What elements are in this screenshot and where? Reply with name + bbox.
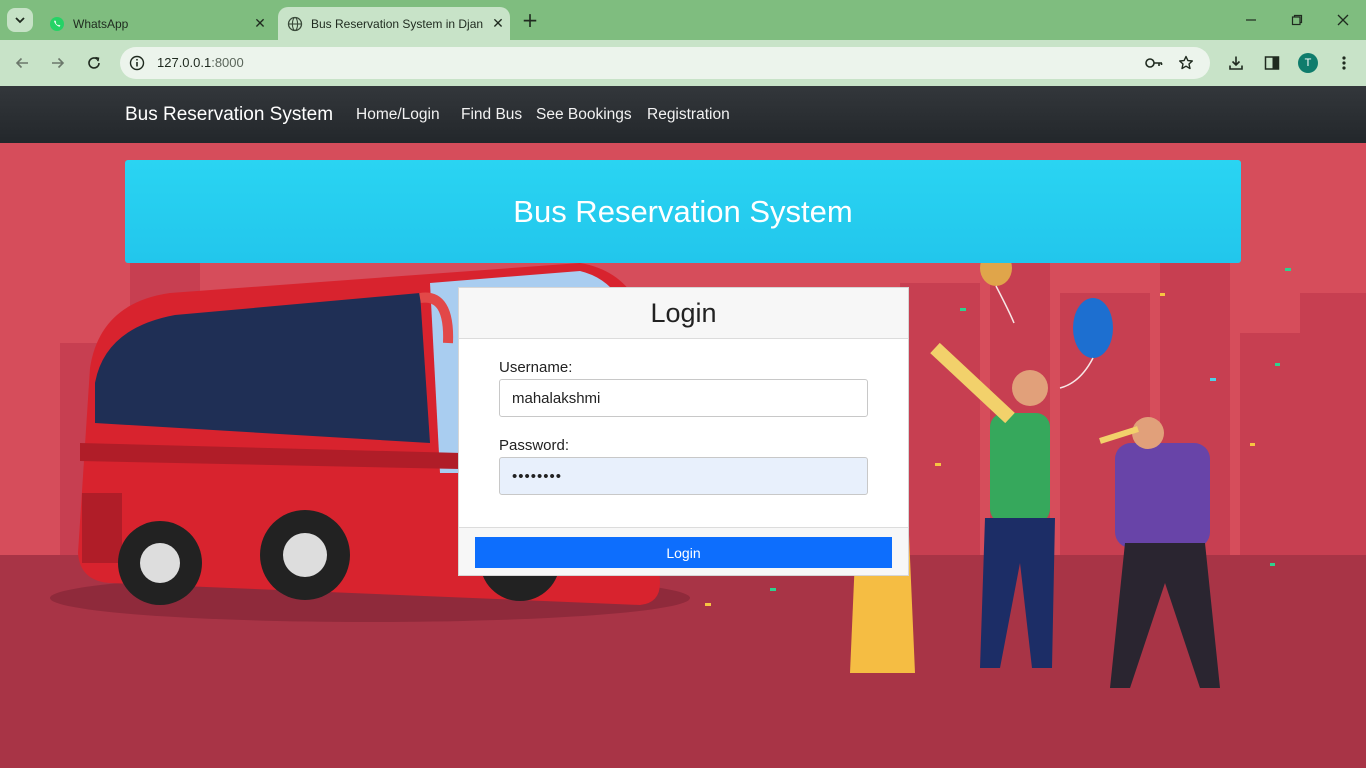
banner-title: Bus Reservation System: [513, 193, 853, 229]
side-panel-button[interactable]: [1261, 52, 1283, 74]
arrow-right-icon: [52, 57, 65, 69]
login-title: Login: [650, 297, 717, 328]
restore-button[interactable]: [1274, 0, 1320, 40]
minimize-icon: [1246, 19, 1256, 21]
chevron-down-icon: [15, 17, 25, 24]
reload-icon: [88, 56, 100, 69]
restore-icon: [1291, 14, 1303, 26]
nav-link-home-login[interactable]: Home/Login: [356, 106, 440, 124]
profile-avatar[interactable]: T: [1298, 53, 1318, 73]
login-card: Login Username: mahalakshmi Password: ••…: [458, 287, 909, 576]
password-label: Password:: [499, 437, 570, 454]
forward-button[interactable]: [45, 50, 71, 76]
password-manager-button[interactable]: [1143, 52, 1165, 74]
browser-menu-button[interactable]: [1333, 52, 1355, 74]
tab-bus-reservation[interactable]: Bus Reservation System in Djan ✕: [278, 7, 510, 40]
side-panel-icon: [1264, 56, 1280, 70]
site-info-button[interactable]: [126, 52, 148, 74]
username-input[interactable]: mahalakshmi: [499, 379, 868, 417]
whatsapp-icon: [50, 16, 64, 31]
close-window-button[interactable]: [1320, 0, 1366, 40]
arrow-left-icon: [15, 57, 28, 69]
close-tab-icon[interactable]: ✕: [248, 15, 272, 32]
address-bar[interactable]: [120, 47, 1210, 79]
login-card-header: Login: [459, 288, 908, 339]
url-host: 127.0.0.1: [157, 55, 212, 70]
bookmark-button[interactable]: [1175, 52, 1197, 74]
reload-button[interactable]: [81, 50, 107, 76]
url-port: :8000: [211, 55, 244, 70]
close-tab-icon[interactable]: ✕: [486, 15, 510, 32]
tab-search-button[interactable]: [7, 8, 33, 32]
nav-link-see-bookings[interactable]: See Bookings: [536, 106, 632, 124]
address-url[interactable]: 127.0.0.1:8000: [157, 55, 244, 70]
nav-link-registration[interactable]: Registration: [647, 106, 730, 124]
downloads-button[interactable]: [1225, 52, 1247, 74]
key-icon: [1145, 58, 1163, 68]
login-button[interactable]: Login: [475, 537, 892, 568]
password-input[interactable]: ••••••••: [499, 457, 868, 495]
hero-banner: Bus Reservation System: [125, 160, 1241, 263]
download-icon: [1229, 56, 1243, 70]
more-vert-icon: [1342, 56, 1346, 70]
login-card-footer: Login: [459, 527, 908, 575]
new-tab-button[interactable]: +: [518, 10, 542, 32]
nav-link-find-bus[interactable]: Find Bus: [461, 106, 522, 124]
username-label: Username:: [499, 359, 573, 376]
tab-title: Bus Reservation System in Djan: [311, 16, 484, 31]
tab-whatsapp[interactable]: WhatsApp ✕: [40, 7, 272, 40]
info-icon: [129, 55, 145, 71]
globe-icon: [287, 16, 303, 31]
minimize-button[interactable]: [1228, 0, 1274, 40]
star-icon: [1179, 55, 1193, 70]
back-button[interactable]: [9, 50, 35, 76]
close-icon: [1337, 14, 1349, 26]
navbar-brand[interactable]: Bus Reservation System: [125, 104, 333, 126]
tab-title: WhatsApp: [73, 16, 129, 31]
